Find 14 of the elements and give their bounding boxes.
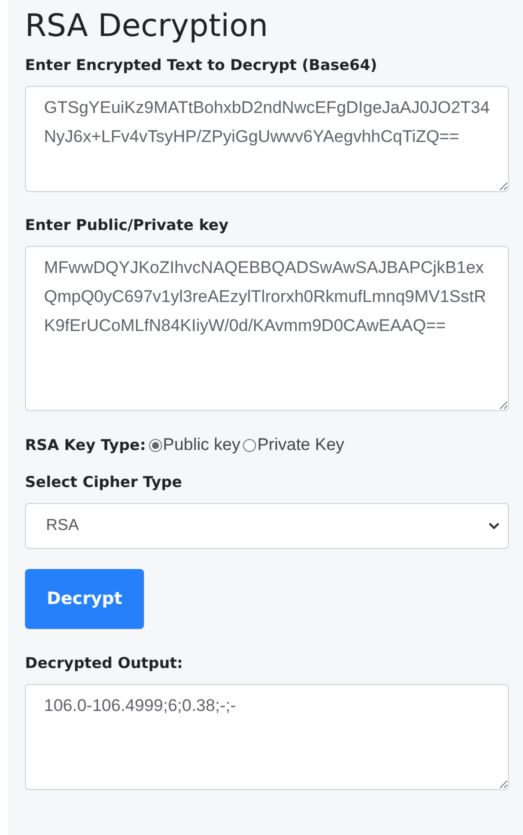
cipher-type-select[interactable]: RSA [25,503,509,549]
key-field[interactable]: MFwwDQYJKoZIhvcNAQEBBQADSwAwSAJBAPCjkB1exQmpQ0yC697v1yl3reAEzylTlrorxh0RkmufLmnq9MV1SstRK9fErUCoMLfN84KIiyW/0d/KAvmm9D0CAwEAAQ== [25,246,509,411]
key-type-radio[interactable]: Private Key [243,435,344,455]
output-field[interactable]: 106.0-106.4999;6;0.38;-;- [25,684,509,790]
encrypted-text-field[interactable]: GTSgYEuiKz9MATtBohxbD2ndNwcEFgDIgeJaAJ0JO2T34NyJ6x+LFv4vTsyHP/ZPyiGgUwwv6YAegvhhCqTiZQ== [25,86,509,192]
field-label: Enter Public/Private key [25,216,230,234]
field-label: RSA Key Type: [25,436,146,454]
field-label: Decrypted Output: [25,654,184,672]
chevron-down-icon [488,522,500,530]
key-type-radio[interactable]: Public key [148,435,240,455]
page-title: RSA Decryption [25,8,269,44]
field-label: Select Cipher Type [25,473,184,491]
field-label: Enter Encrypted Text to Decrypt (Base64) [25,56,378,74]
decrypt-button[interactable]: Decrypt [25,569,144,629]
